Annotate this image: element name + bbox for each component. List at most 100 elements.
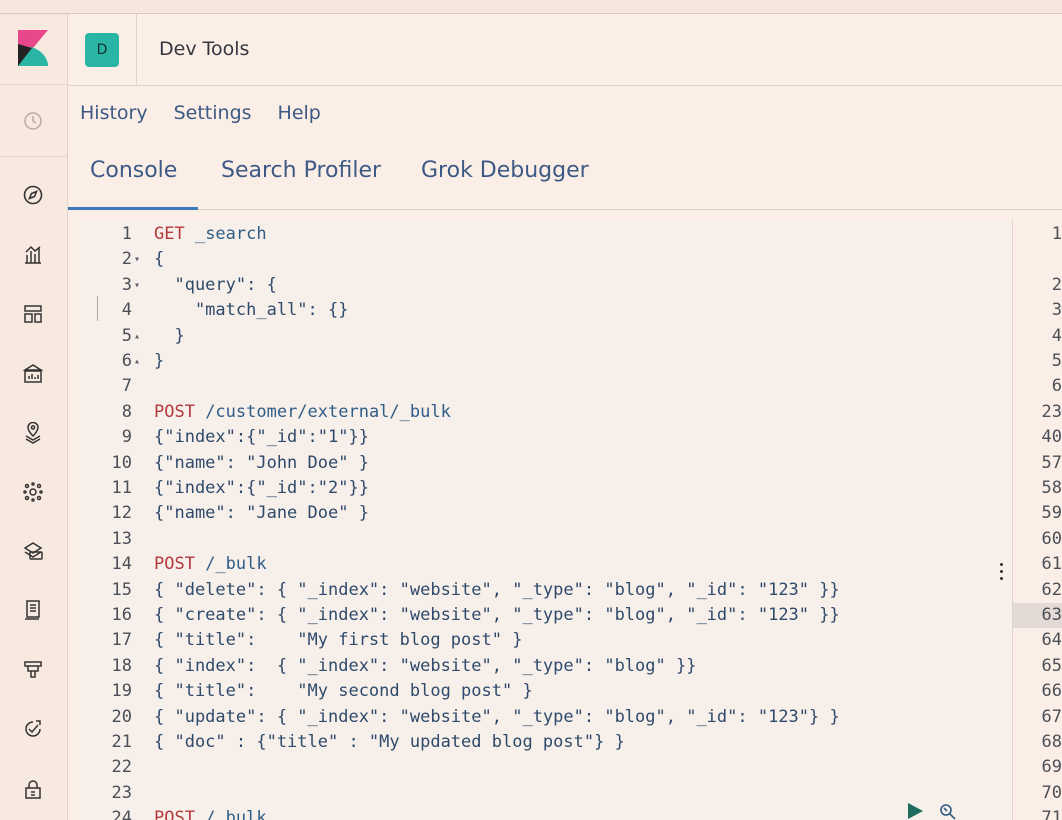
response-line-number: 6 xyxy=(1051,376,1062,397)
code-line[interactable]: 5 ▴ } xyxy=(80,324,1012,349)
response-line-number: 66 xyxy=(1041,681,1062,702)
line-number: 18 xyxy=(111,655,132,676)
active-tab-indicator xyxy=(68,207,198,210)
code-text: { "create": { "_index": "website", "_typ… xyxy=(154,603,840,628)
code-line[interactable]: 16 { "create": { "_index": "website", "_t… xyxy=(80,603,1012,628)
code-line[interactable]: 19 { "title": "My second blog post" } xyxy=(80,679,1012,704)
code-line[interactable]: 7 xyxy=(80,374,1012,399)
play-icon[interactable] xyxy=(906,802,924,820)
http-method: POST xyxy=(154,808,195,820)
line-number: 1 xyxy=(121,224,132,244)
line-number: 11 xyxy=(111,478,132,498)
response-line-number: 64 xyxy=(1041,630,1062,651)
line-number: 19 xyxy=(111,681,132,702)
code-line[interactable]: 6 ▴} xyxy=(80,349,1012,374)
apm-icon[interactable] xyxy=(20,656,46,682)
line-number: 6 xyxy=(121,351,132,371)
line-number: 10 xyxy=(111,452,132,473)
dashboard-icon[interactable] xyxy=(20,301,46,327)
maps-icon[interactable] xyxy=(20,420,46,446)
canvas-icon[interactable] xyxy=(20,361,46,387)
fold-toggle-icon[interactable]: ▾ xyxy=(134,273,140,298)
window-top-bar xyxy=(0,0,1062,14)
response-line-number: 68 xyxy=(1041,732,1062,752)
tab-console[interactable]: Console xyxy=(90,158,177,183)
menu-settings[interactable]: Settings xyxy=(174,102,252,124)
fold-toggle-icon[interactable]: ▾ xyxy=(134,247,140,272)
code-text: GET _search xyxy=(154,222,267,247)
response-line-number: 67 xyxy=(1041,706,1062,727)
code-line[interactable]: 13 xyxy=(80,527,1012,552)
actions-menu-icon[interactable] xyxy=(1000,563,1004,583)
app-header: D Dev Tools xyxy=(68,14,1062,86)
code-line[interactable]: 4 "match_all": {} xyxy=(80,298,1012,323)
ml-icon[interactable] xyxy=(20,479,46,505)
tab-grok-debugger[interactable]: Grok Debugger xyxy=(421,158,589,183)
code-line[interactable]: 21 { "doc" : {"title" : "My updated blog … xyxy=(80,730,1012,755)
space-avatar[interactable]: D xyxy=(85,33,119,67)
request-body: {"name": "Jane Doe" } xyxy=(154,503,369,524)
code-line[interactable]: 12 {"name": "Jane Doe" } xyxy=(80,501,1012,526)
line-number: 24 xyxy=(111,808,132,820)
code-text: { "title": "My first blog post" } xyxy=(154,628,522,653)
line-number: 4 xyxy=(121,300,132,321)
line-number: 2 xyxy=(121,249,132,270)
response-line-number: 71 xyxy=(1041,808,1062,820)
response-line-number: 61 xyxy=(1041,554,1062,575)
code-text: "match_all": {} xyxy=(154,298,349,323)
code-line[interactable]: 20 { "update": { "_index": "website", "_t… xyxy=(80,705,1012,730)
code-line[interactable]: 3 ▾ "query": { xyxy=(80,273,1012,298)
code-line[interactable]: 2 ▾ { xyxy=(80,247,1012,272)
console-menu: History Settings Help xyxy=(80,102,321,124)
page-title: Dev Tools xyxy=(159,38,250,60)
menu-history[interactable]: History xyxy=(80,102,148,124)
kibana-logo-icon[interactable] xyxy=(18,30,48,68)
fold-toggle-icon[interactable]: ▴ xyxy=(134,324,140,349)
code-line[interactable]: 9 {"index":{"_id":"1"}} xyxy=(80,425,1012,450)
line-number: 8 xyxy=(121,401,132,422)
code-line[interactable]: 17 { "title": "My first blog post" } xyxy=(80,628,1012,653)
code-text: { "doc" : {"title" : "My updated blog po… xyxy=(154,730,625,755)
code-line[interactable]: 24 POST /_bulk xyxy=(80,806,1012,820)
request-body: "query": { xyxy=(154,274,277,295)
code-line[interactable]: 15 { "delete": { "_index": "website", "_t… xyxy=(80,578,1012,603)
infrastructure-icon[interactable] xyxy=(20,538,46,564)
clock-icon[interactable] xyxy=(20,108,46,134)
response-line-number: 1 xyxy=(1051,224,1062,244)
menu-help[interactable]: Help xyxy=(278,102,321,124)
uptime-icon[interactable] xyxy=(20,716,46,742)
code-line[interactable]: 8 POST /customer/external/_bulk xyxy=(80,400,1012,425)
fold-toggle-icon[interactable]: ▴ xyxy=(134,349,140,374)
request-body: { "title": "My second blog post" } xyxy=(154,681,533,702)
code-text: {"name": "Jane Doe" } xyxy=(154,501,369,526)
request-body: {"index":{"_id":"1"}} xyxy=(154,427,369,448)
code-text: { "index": { "_index": "website", "_type… xyxy=(154,654,696,679)
response-line-number: 4 xyxy=(1051,325,1062,346)
wrench-icon[interactable] xyxy=(938,803,958,820)
code-line[interactable]: 22 xyxy=(80,755,1012,780)
compass-icon[interactable] xyxy=(20,182,46,208)
request-body: { "update": { "_index": "website", "_typ… xyxy=(154,706,840,727)
request-path: /_bulk xyxy=(194,808,267,820)
visualize-icon[interactable] xyxy=(20,241,46,267)
logs-icon[interactable] xyxy=(20,597,46,623)
line-number: 12 xyxy=(111,503,132,524)
request-editor[interactable]: 1 GET _search 2 ▾ {3 ▾ "query": {4 "match_all… xyxy=(80,220,1012,820)
request-body: {"index":{"_id":"2"}} xyxy=(154,478,369,498)
code-text: POST /_bulk xyxy=(154,552,267,577)
request-body: { "create": { "_index": "website", "_typ… xyxy=(154,605,840,625)
code-text: {"name": "John Doe" } xyxy=(154,451,369,476)
code-line[interactable]: 10 {"name": "John Doe" } xyxy=(80,451,1012,476)
code-line[interactable]: 23 xyxy=(80,781,1012,806)
code-text: POST /customer/external/_bulk xyxy=(154,400,451,425)
code-text: { xyxy=(154,247,164,272)
siem-icon[interactable] xyxy=(20,776,46,802)
code-line[interactable]: 18 { "index": { "_index": "website", "_ty… xyxy=(80,654,1012,679)
code-line[interactable]: 14 POST /_bulk xyxy=(80,552,1012,577)
http-method: GET xyxy=(154,224,185,244)
tab-search-profiler[interactable]: Search Profiler xyxy=(221,158,381,183)
code-text: { "update": { "_index": "website", "_typ… xyxy=(154,705,840,730)
code-text: { "delete": { "_index": "website", "_typ… xyxy=(154,578,840,603)
code-line[interactable]: 1 GET _search xyxy=(80,222,1012,247)
code-line[interactable]: 11 {"index":{"_id":"2"}} xyxy=(80,476,1012,501)
